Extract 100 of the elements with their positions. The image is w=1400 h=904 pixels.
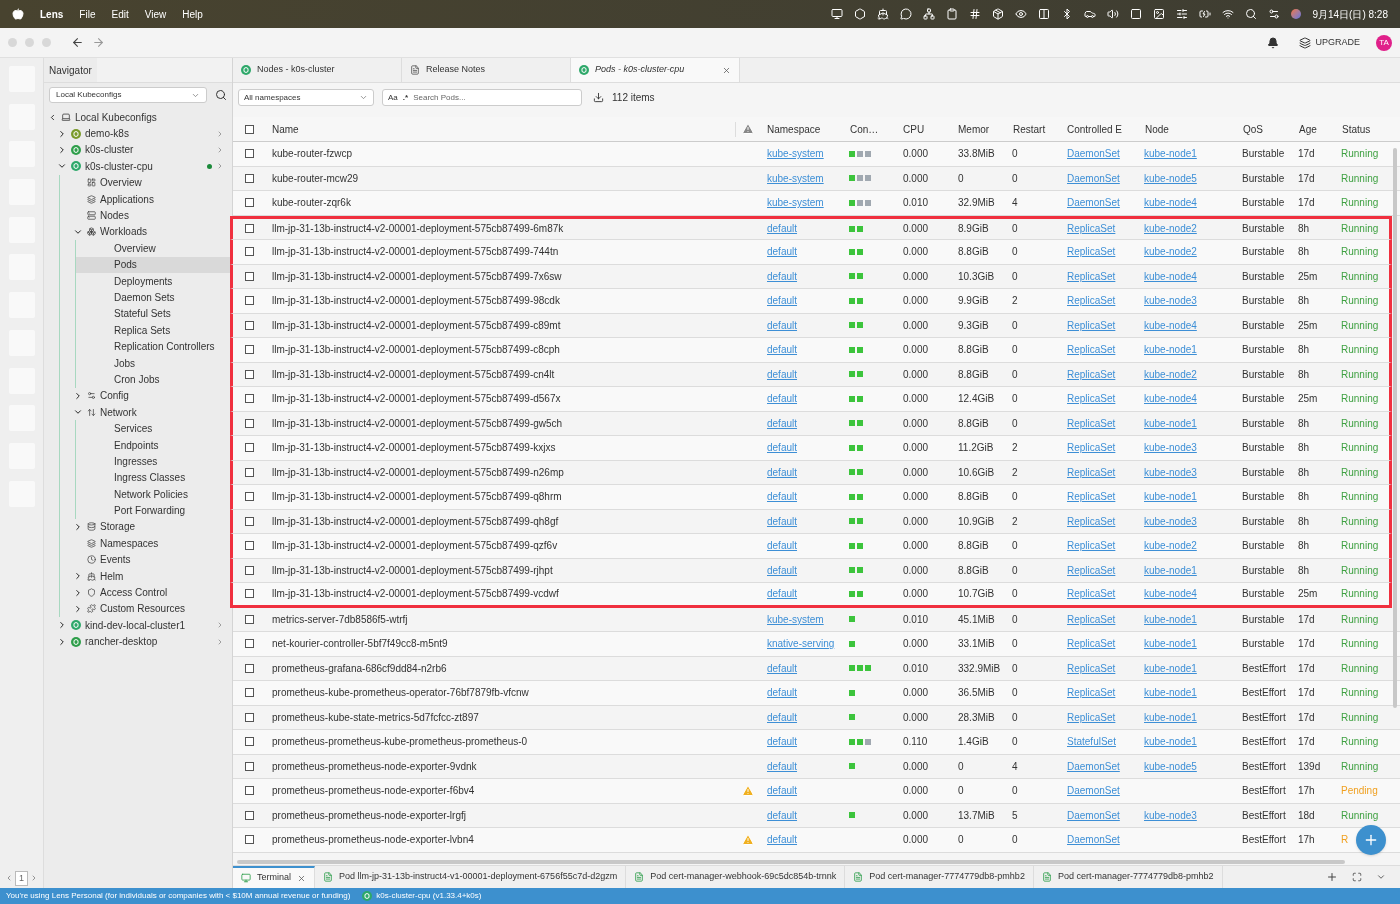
search-icon[interactable] [1245,8,1258,20]
car-icon[interactable] [1084,8,1097,20]
table-row[interactable]: llm-jp-31-13b-instruct4-v2-00001-deployment-575cb87499-kxjxs default 0.000 11.2GiB 2 ReplicaSet kube-node3 Burstable 8h Running [230,436,1392,461]
row-checkbox[interactable] [245,737,254,747]
nav-item[interactable]: Access Control [60,584,232,601]
hexagon-icon[interactable] [854,8,867,20]
source-select[interactable]: Local Kubeconfigs [49,87,207,103]
select-all-checkbox[interactable] [245,124,254,134]
row-checkbox[interactable] [245,688,254,698]
table-row[interactable]: llm-jp-31-13b-instruct4-v2-00001-deployment-575cb87499-744tn default 0.000 8.8GiB 0 ReplicaSet kube-node2 Burstable 8h Running [230,240,1392,265]
search-input[interactable]: Search Pods... [413,91,576,104]
row-checkbox[interactable] [245,541,254,551]
nav-item[interactable]: Overview [76,240,232,257]
app-menu[interactable]: Lens [40,6,64,22]
nav-item[interactable]: Daemon Sets [76,289,232,306]
row-checkbox[interactable] [245,369,254,379]
nav-item[interactable]: Custom Resources [60,600,232,618]
nav-item[interactable]: Config [60,387,232,405]
close-icon[interactable] [722,65,731,75]
row-checkbox[interactable] [245,198,254,208]
user-avatar[interactable]: TA [1376,34,1392,51]
navigator-tab[interactable]: Navigator [44,58,97,82]
clipboard-icon[interactable] [946,8,959,20]
table-row[interactable]: llm-jp-31-13b-instruct4-v2-00001-deployment-575cb87499-98cdk default 0.000 9.9GiB 2 ReplicaSet kube-node3 Burstable 8h Running [230,289,1392,314]
row-checkbox[interactable] [245,394,254,404]
wifi-icon[interactable] [1222,8,1235,20]
control-center-icon[interactable] [1268,8,1281,20]
nav-item[interactable]: kind-dev-local-cluster1 [44,617,232,634]
row-checkbox[interactable] [245,296,254,306]
nav-item[interactable]: Ingress Classes [76,469,232,486]
nav-item[interactable]: Deployments [76,272,232,290]
battery-icon[interactable] [1199,8,1212,20]
package-icon[interactable] [992,8,1005,20]
nav-item[interactable]: Network [60,404,232,421]
menu-clock[interactable]: 9月14日(日) 8:28 [1312,6,1388,22]
nav-item[interactable]: Services [76,420,232,437]
chevron-left-icon[interactable] [5,874,13,883]
row-checkbox[interactable] [245,345,254,355]
hash-icon[interactable] [969,8,982,20]
table-row[interactable]: prometheus-prometheus-node-exporter-f6bv4 default 0.000 0 0 DaemonSet BestEffort 17h Pending [233,779,1400,804]
column-header[interactable]: Node [1138,121,1236,137]
table-row[interactable]: llm-jp-31-13b-instruct4-v2-00001-deployment-575cb87499-qh8gf default 0.000 10.9GiB 2 ReplicaSet kube-node3 Burstable 8h Running [230,509,1392,534]
chat-icon[interactable] [900,8,913,20]
image-icon[interactable] [1153,8,1166,20]
maximize-icon[interactable] [1352,872,1362,882]
table-row[interactable]: llm-jp-31-13b-instruct4-v2-00001-deployment-575cb87499-n26mp default 0.000 10.6GiB 2 ReplicaSet kube-node3 Burstable 8h Running [230,460,1392,485]
nav-item[interactable]: Port Forwarding [76,502,232,519]
display-icon[interactable] [831,8,844,20]
table-row[interactable]: llm-jp-31-13b-instruct4-v2-00001-deployment-575cb87499-gw5ch default 0.000 8.8GiB 0 ReplicaSet kube-node1 Burstable 8h Running [230,411,1392,436]
nav-item[interactable]: Cron Jobs [76,371,232,388]
nav-item[interactable]: Stateful Sets [76,305,232,323]
apple-icon[interactable] [12,8,24,20]
column-header[interactable]: Controlled E [1060,121,1138,137]
row-checkbox[interactable] [245,589,254,599]
forward-icon[interactable] [92,36,105,49]
table-row[interactable]: llm-jp-31-13b-instruct4-v2-00001-deployment-575cb87499-d567x default 0.000 12.4GiB 0 ReplicaSet kube-node4 Burstable 25m Running [230,387,1392,412]
column-header[interactable]: Restart [1006,121,1060,137]
table-row[interactable]: llm-jp-31-13b-instruct4-v2-00001-deployment-575cb87499-6m87k default 0.000 8.9GiB 0 ReplicaSet kube-node2 Burstable 8h Running [230,215,1392,240]
row-checkbox[interactable] [245,786,254,796]
row-checkbox[interactable] [245,712,254,722]
row-checkbox[interactable] [245,761,254,771]
menu-item[interactable]: File [79,6,96,22]
table-row[interactable]: prometheus-prometheus-kube-prometheus-prometheus-0 default 0.110 1.4GiB 0 StatefulSet kube-node1 BestEffort 17d Running [233,730,1400,755]
nav-item[interactable]: Jobs [76,354,232,372]
back-icon[interactable] [71,36,84,49]
column-header[interactable]: Namespace [760,121,843,137]
table-row[interactable]: llm-jp-31-13b-instruct4-v2-00001-deployment-575cb87499-c8cph default 0.000 8.8GiB 0 ReplicaSet kube-node1 Burstable 8h Running [230,338,1392,363]
row-checkbox[interactable] [245,467,254,477]
row-checkbox[interactable] [245,271,254,281]
row-checkbox[interactable] [245,418,254,428]
eye-icon[interactable] [1015,8,1028,20]
chevron-down-icon[interactable] [1376,872,1386,882]
table-row[interactable]: net-kourier-controller-5bf7f49cc8-m5nt9 knative-serving 0.000 33.1MiB 0 ReplicaSet kube-node1 Burstable 17d Running [233,632,1400,657]
nav-item[interactable]: Applications [60,190,232,208]
table-row[interactable]: kube-router-fzwcp kube-system 0.000 33.8MiB 0 DaemonSet kube-node1 Burstable 17d Running [233,142,1400,167]
table-row[interactable]: kube-router-zqr6k kube-system 0.010 32.9MiB 4 DaemonSet kube-node4 Burstable 17d Running [233,191,1400,216]
column-header[interactable]: Status [1335,121,1388,137]
match-case-toggle[interactable]: Aa [388,91,398,104]
nav-item[interactable]: Network Policies [76,486,232,503]
search-icon[interactable] [215,89,227,101]
nav-item[interactable]: Local Kubeconfigs [44,109,232,126]
tab[interactable]: Pods - k0s-cluster-cpu [571,58,740,82]
menu-item[interactable]: Help [182,6,203,22]
row-checkbox[interactable] [245,320,254,330]
nav-item[interactable]: rancher-desktop [44,633,232,650]
namespace-select[interactable]: All namespaces [238,89,374,106]
column-header[interactable]: Age [1292,121,1335,137]
sliders-icon[interactable] [1176,8,1189,20]
nav-item[interactable]: Endpoints [76,436,232,454]
table-row[interactable]: llm-jp-31-13b-instruct4-v2-00001-deployment-575cb87499-q8hrm default 0.000 8.8GiB 0 ReplicaSet kube-node1 Burstable 8h Running [230,485,1392,510]
row-checkbox[interactable] [245,149,254,159]
bell-icon[interactable] [1267,36,1280,49]
search-field[interactable]: Aa .* Search Pods... [382,89,582,106]
nav-item[interactable]: Nodes [60,207,232,224]
nav-item[interactable]: demo-k8s [44,125,232,142]
nav-item[interactable]: Replication Controllers [76,338,232,355]
nav-item[interactable]: Storage [60,518,232,536]
vertical-scrollbar[interactable] [1393,148,1397,708]
columns-icon[interactable] [1038,8,1051,20]
chevron-right-icon[interactable] [30,874,38,883]
